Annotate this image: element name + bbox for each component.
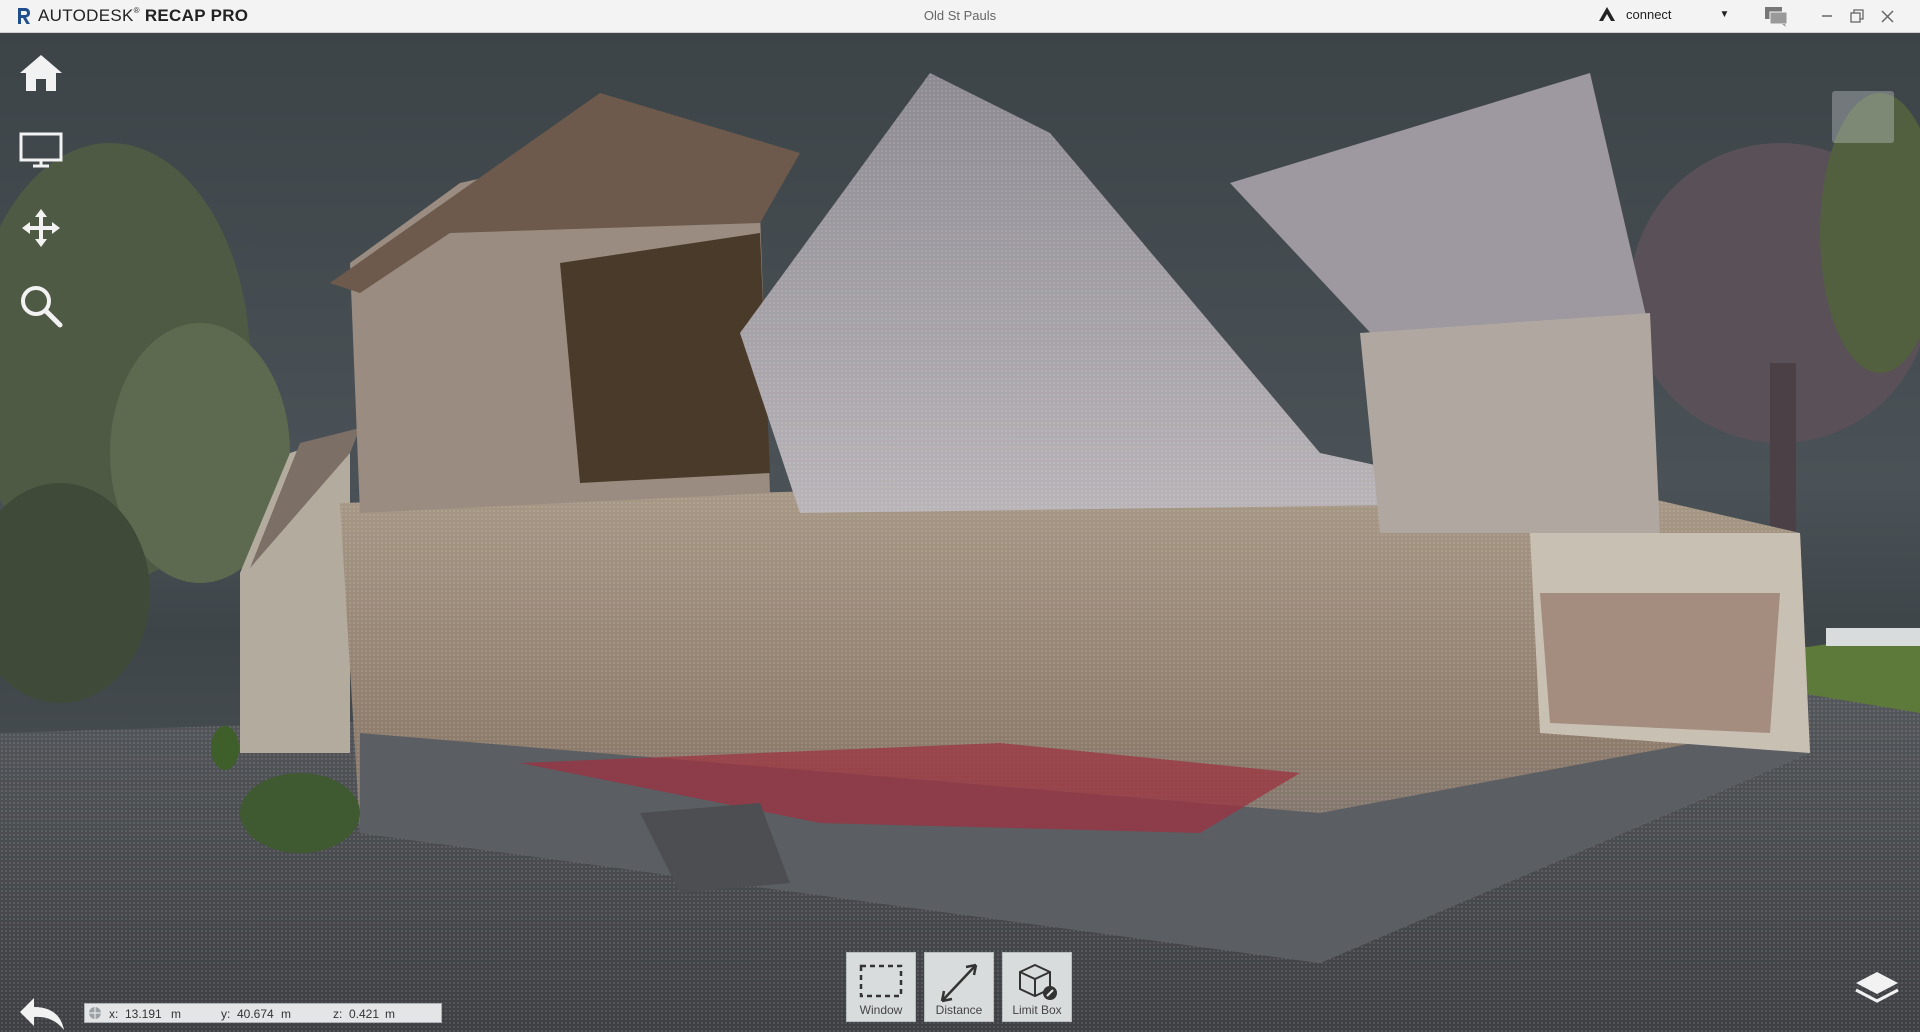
account-menu[interactable]: connect ▼ <box>1598 6 1729 22</box>
y-unit: m <box>281 1007 291 1021</box>
window-select-icon <box>859 964 903 998</box>
minimize-button[interactable] <box>1814 4 1840 28</box>
distance-measure-icon <box>940 963 978 1003</box>
search-icon <box>21 286 63 328</box>
minimize-icon <box>1822 15 1832 17</box>
autodesk-logo-icon <box>1599 7 1615 21</box>
navigation-pan-icon <box>22 209 60 247</box>
search-button[interactable] <box>16 281 66 331</box>
limit-box-icon <box>1019 963 1057 1000</box>
distance-label: Distance <box>935 1003 983 1017</box>
display-settings-icon <box>19 132 63 168</box>
home-button[interactable] <box>16 48 66 98</box>
home-icon <box>20 55 62 91</box>
y-value: 40.674 <box>237 1007 274 1021</box>
coordinate-readout: x: 13.191 m y: 40.674 m z: 0.421 m <box>84 1003 442 1023</box>
crosshair-icon <box>89 1007 101 1019</box>
x-value: 13.191 <box>125 1007 162 1021</box>
undo-back-icon[interactable] <box>18 996 66 1032</box>
limit-box-label: Limit Box <box>1012 1003 1062 1017</box>
title-bar: AUTODESK® RECAP PRO Old St Pauls connect… <box>0 0 1920 33</box>
navigation-pan-button[interactable] <box>16 203 66 253</box>
x-unit: m <box>171 1007 181 1021</box>
chat-icon[interactable] <box>1764 6 1790 28</box>
restore-button[interactable] <box>1844 4 1870 28</box>
close-icon <box>1880 9 1894 23</box>
display-settings-button[interactable] <box>16 125 66 175</box>
limit-box-button[interactable]: Limit Box <box>1002 952 1072 1022</box>
z-value: 0.421 <box>349 1007 380 1021</box>
z-label: z: <box>333 1007 343 1021</box>
window-label: Window <box>859 1003 903 1017</box>
z-unit: m <box>385 1007 395 1021</box>
point-cloud-scene <box>0 73 1920 1032</box>
distance-measure-button[interactable]: Distance <box>924 952 994 1022</box>
x-label: x: <box>109 1007 119 1021</box>
chevron-down-icon: ▼ <box>1719 8 1730 20</box>
account-label: connect <box>1626 6 1672 22</box>
layers-icon[interactable] <box>1852 968 1902 1008</box>
restore-icon <box>1850 9 1864 23</box>
y-label: y: <box>221 1007 231 1021</box>
viewcube-icon[interactable] <box>1832 91 1894 143</box>
window-select-button[interactable]: Window <box>846 952 916 1022</box>
point-cloud-viewport[interactable]: x: 13.191 m y: 40.674 m z: 0.421 m Windo… <box>0 33 1920 1032</box>
close-button[interactable] <box>1874 4 1900 28</box>
